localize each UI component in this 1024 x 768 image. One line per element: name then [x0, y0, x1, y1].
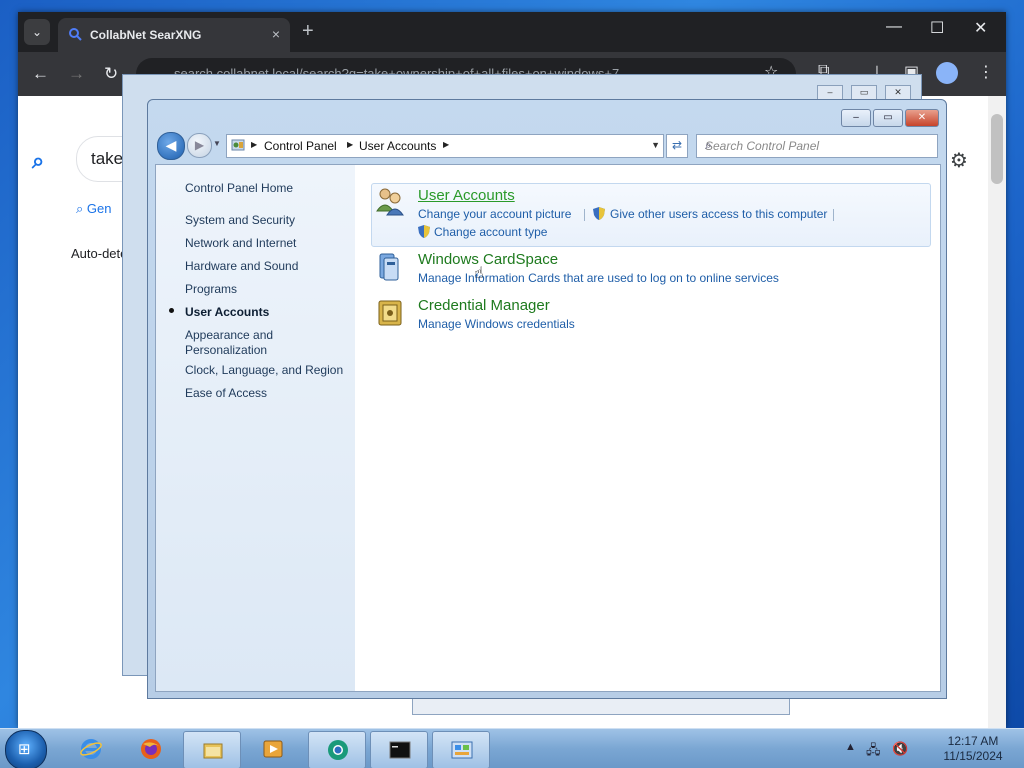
system-clock[interactable]: 12:17 AM 11/15/2024	[928, 734, 1018, 764]
credential-manager-icon	[378, 300, 402, 326]
search-control-panel-input[interactable]: Search Control Panel ⌕	[696, 134, 938, 158]
tab-close-button[interactable]: ×	[272, 26, 280, 42]
browser-icon	[328, 740, 348, 760]
give-users-access-link[interactable]: Give other users access to this computer	[610, 207, 827, 221]
tab-general[interactable]: ⌕ Gen	[76, 201, 111, 217]
breadcrumb-arrow-icon[interactable]: ▶	[443, 140, 449, 149]
search-icon	[69, 28, 82, 41]
close-icon[interactable]: ✕	[974, 18, 987, 38]
taskbar-command-prompt[interactable]	[370, 731, 428, 768]
change-account-picture-link[interactable]: Change your account picture	[418, 207, 571, 221]
user-accounts-title[interactable]: User Accounts	[418, 187, 515, 204]
control-panel-window: – ▭ ✕ ◀ ▶ ▼ ▶ Control Panel ▶ User Accou…	[147, 99, 947, 699]
clock-time: 12:17 AM	[947, 734, 999, 748]
breadcrumb-arrow-icon[interactable]: ▶	[251, 140, 257, 149]
user-accounts-icon	[376, 188, 404, 216]
recent-pages-dropdown-icon[interactable]: ▼	[213, 139, 221, 148]
background-window-edge	[412, 697, 790, 715]
cp-maximize-icon[interactable]: ▭	[873, 109, 903, 127]
breadcrumb-user-accounts[interactable]: User Accounts	[359, 139, 436, 153]
control-panel-icon	[231, 139, 245, 151]
sidebar-item-system-security[interactable]: System and Security	[185, 213, 295, 227]
sidebar-item-ease-of-access[interactable]: Ease of Access	[185, 386, 267, 400]
uac-shield-icon	[418, 225, 430, 238]
searxng-logo-icon[interactable]: ⌕	[32, 148, 44, 174]
browser-tab[interactable]: CollabNet SearXNG ×	[58, 18, 290, 52]
taskbar-control-panel[interactable]	[432, 731, 490, 768]
internet-explorer-icon	[80, 739, 102, 759]
new-tab-button[interactable]: +	[302, 20, 314, 43]
start-button[interactable]: ⊞	[5, 730, 47, 768]
sidebar-item-appearance[interactable]: Appearance and	[185, 328, 273, 342]
profile-avatar-icon[interactable]	[936, 62, 958, 84]
address-dropdown-icon[interactable]: ▼	[651, 140, 660, 150]
taskbar-file-explorer[interactable]	[183, 731, 241, 768]
credential-manager-title[interactable]: Credential Manager	[418, 297, 550, 314]
network-icon[interactable]: 🖧	[866, 741, 881, 763]
refresh-button[interactable]: ⇄	[666, 134, 688, 158]
volume-muted-icon[interactable]: 🔇	[892, 741, 908, 757]
active-bullet	[169, 308, 174, 313]
taskbar-chrome[interactable]	[308, 731, 366, 768]
menu-kebab-icon[interactable]: ⋮	[978, 62, 994, 82]
search-query-text: take	[91, 149, 124, 168]
tab-title: CollabNet SearXNG	[90, 28, 202, 42]
minimize-icon[interactable]: —	[886, 18, 902, 36]
taskbar-internet-explorer[interactable]	[62, 731, 118, 767]
maximize-icon[interactable]: ☐	[930, 18, 944, 38]
clock-date: 11/15/2024	[943, 749, 1003, 763]
breadcrumb-control-panel[interactable]: Control Panel	[264, 139, 337, 153]
firefox-icon	[141, 739, 161, 759]
cardspace-title[interactable]: Windows CardSpace	[418, 251, 558, 268]
manage-information-cards-link[interactable]: Manage Information Cards that are used t…	[418, 271, 779, 285]
taskbar-media-player[interactable]	[244, 731, 300, 767]
cardspace-icon	[379, 253, 399, 281]
sidebar-item-hardware[interactable]: Hardware and Sound	[185, 259, 298, 273]
tab-strip: ⌄ CollabNet SearXNG × + — ☐ ✕	[18, 12, 1006, 52]
uac-shield-icon	[593, 207, 605, 220]
change-account-type-link[interactable]: Change account type	[434, 225, 547, 239]
reload-icon[interactable]: ↻	[104, 64, 118, 84]
taskbar-firefox[interactable]	[122, 731, 178, 767]
sidebar-control-panel-home[interactable]: Control Panel Home	[185, 181, 293, 195]
sidebar-item-user-accounts[interactable]: User Accounts	[185, 305, 269, 319]
taskbar: ⊞ ▲ 🖧 🔇 12:17 AM 11/15/2024	[0, 728, 1024, 768]
sidebar-item-network[interactable]: Network and Internet	[185, 236, 296, 250]
cp-minimize-icon[interactable]: –	[841, 109, 871, 127]
control-panel-icon	[451, 741, 473, 759]
auto-detect-label[interactable]: Auto-dete	[71, 246, 127, 261]
tab-search-button[interactable]: ⌄	[24, 19, 50, 45]
page-scrollbar[interactable]	[988, 96, 1006, 728]
back-arrow-icon[interactable]: ←	[32, 64, 49, 84]
cp-close-icon[interactable]: ✕	[905, 109, 939, 127]
media-player-icon	[263, 740, 283, 758]
forward-button[interactable]: ▶	[187, 133, 212, 158]
sidebar-item-clock-region[interactable]: Clock, Language, and Region	[185, 363, 343, 377]
manage-windows-credentials-link[interactable]: Manage Windows credentials	[418, 317, 575, 331]
control-panel-content: Control Panel Home System and Security N…	[155, 164, 941, 692]
link-divider	[833, 209, 834, 221]
hand-cursor-icon: ☝	[474, 265, 484, 282]
sidebar-item-programs[interactable]: Programs	[185, 282, 237, 296]
link-divider	[584, 209, 585, 221]
address-breadcrumb[interactable]: ▶ Control Panel ▶ User Accounts ▶ ▼	[226, 134, 664, 158]
sidebar-item-personalization[interactable]: Personalization	[185, 343, 267, 357]
breadcrumb-arrow-icon[interactable]: ▶	[347, 140, 353, 149]
forward-arrow-icon[interactable]: →	[68, 64, 85, 84]
settings-gear-icon[interactable]: ⚙	[950, 148, 968, 173]
magnifier-icon[interactable]: ⌕	[705, 138, 931, 153]
folder-icon	[203, 743, 223, 759]
back-button[interactable]: ◀	[157, 132, 185, 160]
command-prompt-icon	[389, 741, 411, 759]
windows-logo-icon: ⊞	[18, 741, 31, 758]
sidebar: Control Panel Home System and Security N…	[156, 165, 355, 691]
show-hidden-icons-icon[interactable]: ▲	[845, 741, 856, 753]
